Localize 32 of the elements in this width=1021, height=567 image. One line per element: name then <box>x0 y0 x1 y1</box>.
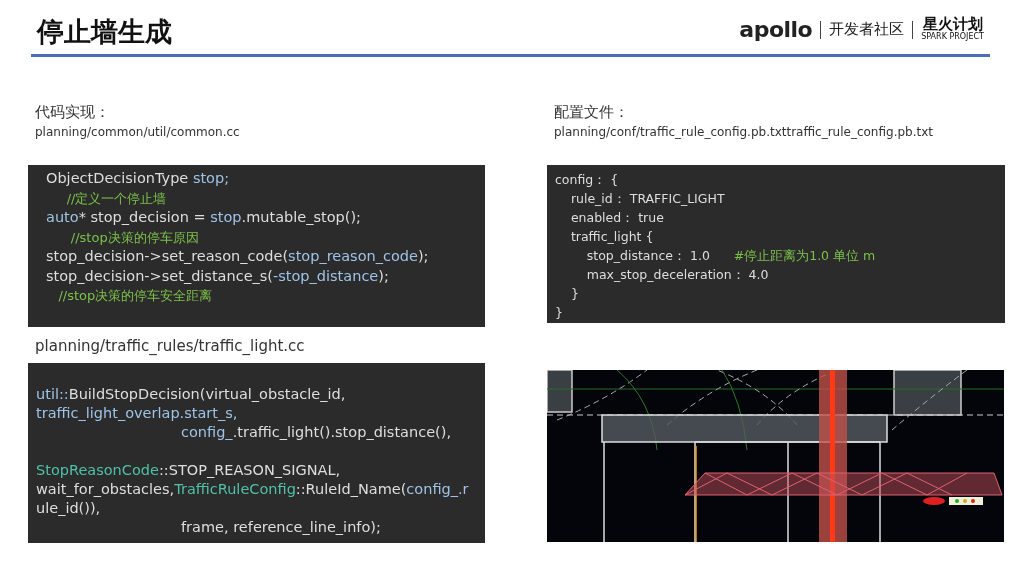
code-line: frame, reference_line_info); <box>181 518 381 537</box>
code-line: stop_decision->set_reason_code(stop_reason_code); <box>46 247 429 266</box>
code-line: auto* stop_decision = stop.mutable_stop(); <box>46 208 361 227</box>
code-line: stop_decision->set_distance_s(-stop_distance); <box>46 266 389 286</box>
code-line: stop_distance： 1.0 #停止距离为1.0 单位 m <box>585 247 876 265</box>
section-label: 配置文件： <box>554 103 630 122</box>
file-path: planning/conf/traffic_rule_config.pb.txttraffic_rule_config.pb.txt <box>554 125 934 139</box>
code-line: max_stop_deceleration： 4.0 <box>585 266 769 284</box>
code-line: traffic_light { <box>569 228 654 246</box>
section-label: 代码实现： <box>35 103 111 122</box>
code-line: } <box>569 285 579 303</box>
slide-title: 停止墙生成 <box>37 15 172 49</box>
code-line: //定义一个停止墙 <box>65 189 167 208</box>
code-line: StopReasonCode::STOP_REASON_SIGNAL, <box>36 461 341 480</box>
code-line: ObjectDecisionType stop; <box>46 169 230 188</box>
code-line: traffic_light_overlap.start_s, <box>36 404 238 423</box>
brand-logo: apollo <box>739 17 813 42</box>
code-line: util::BuildStopDecision(virtual_obstacle_id, <box>36 385 346 404</box>
code-line: config： { <box>555 171 619 189</box>
code-line: } <box>555 304 563 322</box>
code-line: //stop决策的停车原因 <box>69 228 199 247</box>
code-line: config_.traffic_light().stop_distance(), <box>181 423 451 442</box>
file-path: planning/common/util/common.cc <box>35 125 241 139</box>
code-line: //stop决策的停车安全距离 <box>57 287 213 305</box>
file-path: planning/traffic_rules/traffic_light.cc <box>35 337 306 355</box>
code-line: enabled： true <box>569 209 664 227</box>
code-line: wait_for_obstacles,TrafficRuleConfig::RuleId_Name(config_.r <box>36 480 469 499</box>
program-subtitle: SPARK PROJECT <box>921 32 984 42</box>
program-logo: 星火计划 <box>922 17 983 32</box>
code-line: rule_id： TRAFFIC_LIGHT <box>569 190 725 208</box>
community-label: 开发者社区 <box>829 20 905 39</box>
code-line: ule_id()), <box>36 499 101 518</box>
